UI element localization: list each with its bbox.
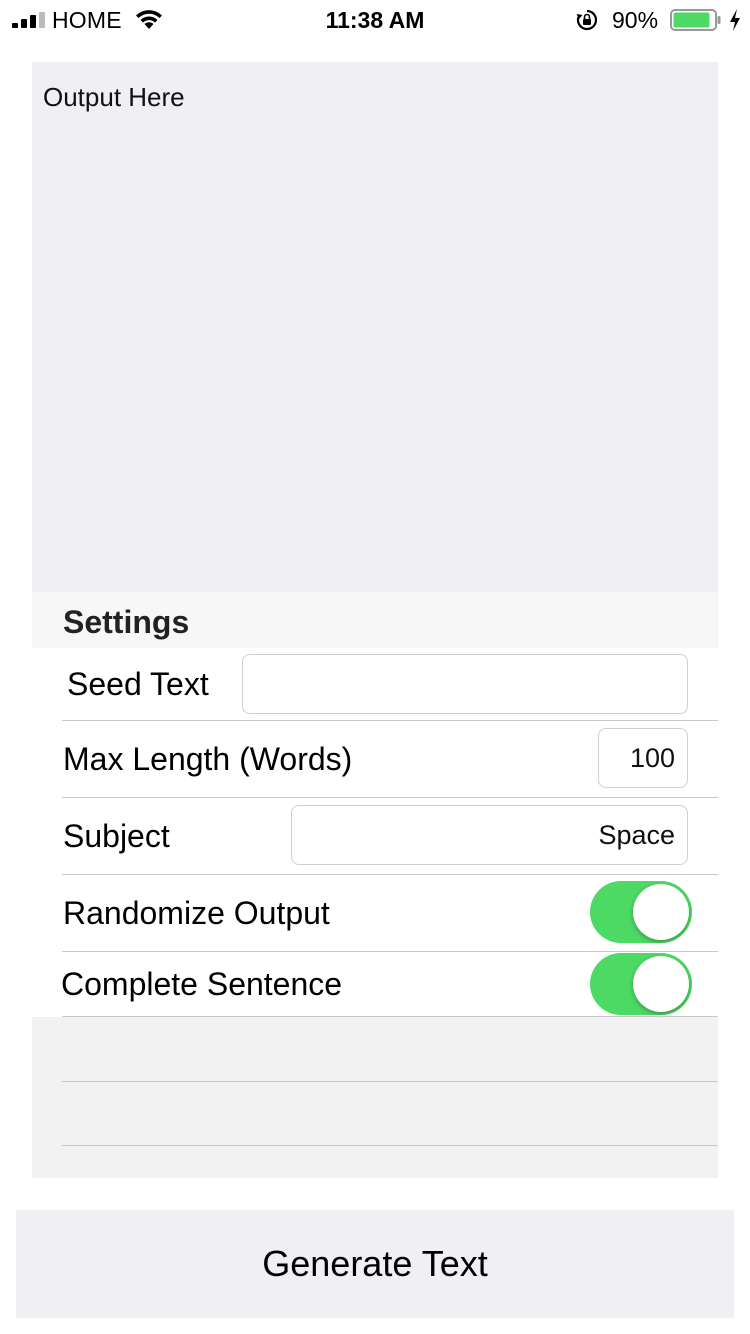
randomize-output-toggle[interactable]	[590, 881, 692, 943]
seed-text-row: Seed Text	[32, 648, 718, 720]
subject-input[interactable]	[291, 805, 688, 865]
empty-row-separator	[62, 1081, 718, 1082]
settings-table: Settings Seed Text Max Length (Words) Su…	[32, 592, 718, 1178]
settings-section-header: Settings	[32, 592, 718, 648]
subject-row: Subject	[32, 798, 718, 874]
complete-sentence-label: Complete Sentence	[61, 966, 343, 1002]
complete-sentence-row: Complete Sentence	[32, 952, 718, 1016]
max-length-input[interactable]	[598, 728, 688, 788]
charging-icon	[730, 9, 740, 31]
battery-percent: 90%	[612, 7, 659, 33]
seed-text-input[interactable]	[242, 654, 688, 714]
toggle-knob	[633, 884, 689, 940]
max-length-label: Max Length (Words)	[63, 741, 353, 777]
toggle-knob	[633, 956, 689, 1012]
status-bar: HOME 11:38 AM 90%	[0, 0, 750, 40]
row-separator	[62, 1016, 718, 1017]
randomize-output-label: Randomize Output	[63, 895, 330, 931]
output-text-view[interactable]: Output Here	[32, 62, 718, 592]
settings-title: Settings	[63, 604, 190, 640]
seed-text-label: Seed Text	[67, 666, 209, 702]
complete-sentence-toggle[interactable]	[590, 953, 692, 1015]
subject-label: Subject	[63, 818, 170, 854]
battery-icon	[670, 9, 721, 31]
empty-row-separator	[62, 1145, 718, 1146]
generate-text-button[interactable]: Generate Text	[16, 1210, 734, 1318]
randomize-output-row: Randomize Output	[32, 875, 718, 951]
lock-rotation-icon	[576, 9, 598, 31]
output-text: Output Here	[43, 82, 185, 112]
max-length-row: Max Length (Words)	[32, 721, 718, 797]
